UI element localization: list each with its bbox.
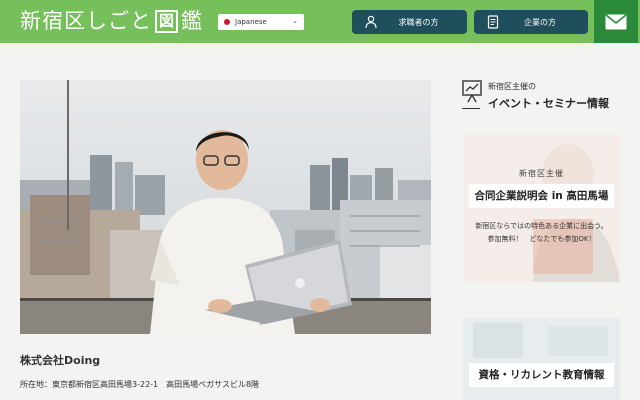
job-seeker-button[interactable]: 求職者の方 bbox=[352, 10, 467, 34]
language-selected-value: Japanese bbox=[235, 18, 267, 26]
logo-zu-mark: 図 bbox=[155, 9, 178, 33]
recurrent-education-title: 資格・リカレント教育情報 bbox=[469, 363, 614, 387]
sidebar-subtitle: 新宿区主催の bbox=[488, 82, 536, 91]
job-fair-title: 合同企業説明会 in 高田馬場 bbox=[469, 184, 614, 208]
job-fair-host: 新宿区主催 bbox=[519, 169, 564, 178]
job-fair-description: 新宿区ならではの特色ある企業に出会う。 参加無料！ どなたでも参加OK！ bbox=[463, 220, 620, 246]
city-office-photo bbox=[20, 80, 431, 334]
hero-photo bbox=[20, 80, 431, 334]
mail-icon bbox=[605, 13, 627, 29]
company-button[interactable]: 企業の方 bbox=[474, 10, 588, 34]
mail-button[interactable] bbox=[594, 0, 638, 43]
logo-text: 新宿区しごと bbox=[20, 9, 152, 33]
company-name: 株式会社Doing bbox=[20, 354, 101, 367]
sidebar-title: イベント・セミナー情報 bbox=[488, 97, 609, 110]
job-seeker-button-label: 求職者の方 bbox=[398, 17, 439, 27]
woman-with-book-photo bbox=[463, 134, 620, 282]
language-select[interactable]: Japanese ⌄ bbox=[218, 14, 304, 30]
site-logo[interactable]: 新宿区しごと 図 鑑 bbox=[20, 7, 202, 35]
job-fair-desc-line-2: 参加無料！ どなたでも参加OK！ bbox=[487, 235, 596, 243]
chevron-down-icon: ⌄ bbox=[292, 17, 298, 25]
sidebar-event-heading: 新宿区主催の イベント・セミナー情報 bbox=[462, 80, 632, 112]
document-icon bbox=[487, 15, 499, 29]
person-icon bbox=[365, 15, 377, 29]
job-fair-card[interactable]: 新宿区主催 合同企業説明会 in 高田馬場 新宿区ならではの特色ある企業に出会う… bbox=[463, 134, 620, 282]
recurrent-education-card[interactable]: 資格・リカレント教育情報 bbox=[463, 318, 620, 400]
heading-rule bbox=[462, 108, 480, 109]
job-fair-desc-line-1: 新宿区ならではの特色ある企業に出会う。 bbox=[475, 222, 608, 230]
presentation-chart-icon bbox=[462, 80, 482, 103]
logo-kan-text: 鑑 bbox=[181, 9, 202, 33]
company-address: 所在地：東京都新宿区高田馬場3-22-1 高田馬場ペガサスビル8階 bbox=[20, 380, 260, 389]
company-button-label: 企業の方 bbox=[524, 17, 556, 27]
office-photo bbox=[463, 318, 620, 400]
site-header: 新宿区しごと 図 鑑 Japanese ⌄ 求職者の方 企業の方 bbox=[0, 0, 640, 43]
japan-flag-icon bbox=[224, 19, 230, 25]
